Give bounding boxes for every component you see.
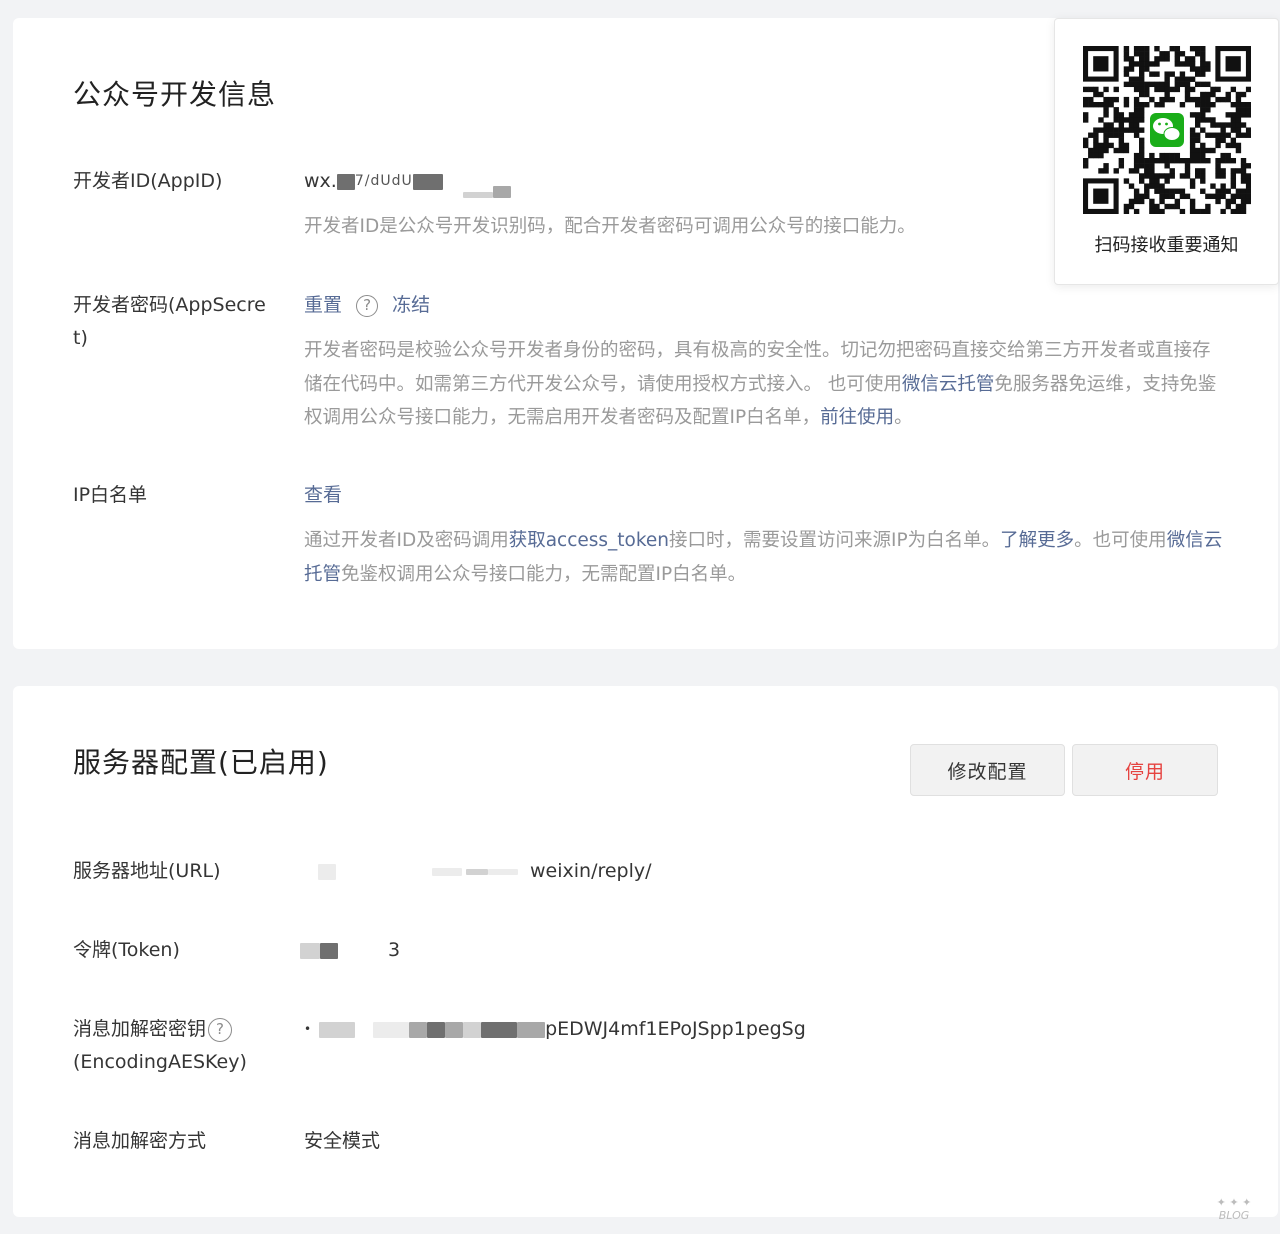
ip-desc-text-3: 。也可使用 xyxy=(1074,530,1167,551)
server-config-title: 服务器配置(已启用) xyxy=(73,746,329,779)
ip-whitelist-label: IP白名单 xyxy=(73,484,148,506)
qr-code-image xyxy=(1083,46,1251,214)
ip-desc-text-4: 免鉴权调用公众号接口能力，无需配置IP白名单。 xyxy=(341,563,747,585)
token-value: 3 xyxy=(300,934,401,967)
learn-more-link[interactable]: 了解更多 xyxy=(1000,530,1074,551)
help-icon[interactable]: ? xyxy=(208,1017,233,1042)
aes-key-label-line1: 消息加解密密钥 xyxy=(73,1018,207,1040)
appid-prefix: wx. xyxy=(304,170,337,192)
ip-desc-text-2: 接口时，需要设置访问来源IP为白名单。 xyxy=(669,530,1001,551)
help-icon[interactable]: ? xyxy=(356,294,379,317)
access-token-link[interactable]: 获取access_token xyxy=(509,530,669,551)
appid-label: 开发者ID(AppID) xyxy=(73,170,223,192)
appsecret-desc-text-3: 。 xyxy=(894,407,913,428)
server-url-label: 服务器地址(URL) xyxy=(73,860,221,882)
encrypt-mode-label: 消息加解密方式 xyxy=(73,1130,207,1152)
qr-caption: 扫码接收重要通知 xyxy=(1094,235,1239,256)
token-suffix: 3 xyxy=(388,939,401,961)
disable-button[interactable]: 停用 xyxy=(1072,744,1218,796)
view-ip-whitelist-link[interactable]: 查看 xyxy=(304,484,342,506)
appid-fragment: 7/dUdU xyxy=(354,173,413,189)
encrypt-mode-value: 安全模式 xyxy=(304,1130,381,1152)
aes-key-label-line2: (EncodingAESKey) xyxy=(73,1051,247,1073)
appsecret-description: 开发者密码是校验公众号开发者身份的密码，具有极高的安全性。切记勿把密码直接交给第… xyxy=(304,334,1224,435)
server-config-card: 服务器配置(已启用) 修改配置 停用 服务器地址(URL) weixin/rep… xyxy=(13,686,1278,1217)
go-use-link[interactable]: 前往使用 xyxy=(820,407,894,428)
qr-code-popover: 扫码接收重要通知 xyxy=(1054,18,1279,285)
reset-secret-link[interactable]: 重置 xyxy=(304,294,342,316)
developer-info-title: 公众号开发信息 xyxy=(73,78,277,111)
ip-whitelist-description: 通过开发者ID及密码调用获取access_token接口时，需要设置访问来源IP… xyxy=(304,524,1224,591)
modify-config-button[interactable]: 修改配置 xyxy=(910,744,1065,796)
aes-key-value: • pEDWJ4mf1EPoJSpp1pegSg xyxy=(304,1018,806,1040)
aes-key-suffix: pEDWJ4mf1EPoJSpp1pegSg xyxy=(545,1018,806,1040)
freeze-secret-link[interactable]: 冻结 xyxy=(392,294,430,316)
ip-desc-text-1: 通过开发者ID及密码调用 xyxy=(304,530,509,551)
watermark-text: BLOG xyxy=(1218,1209,1250,1222)
appid-value: wx. 7/dUdU xyxy=(304,165,511,198)
appsecret-label: 开发者密码(AppSecret) xyxy=(73,294,266,349)
server-url-suffix: weixin/reply/ xyxy=(530,860,652,882)
blog-watermark: ✦ ✦ ✦ BLOG xyxy=(1198,1196,1270,1222)
ip-whitelist-actions: 查看 xyxy=(304,479,342,512)
server-url-value: weixin/reply/ xyxy=(304,855,652,888)
aes-key-label: 消息加解密密钥? (EncodingAESKey) xyxy=(73,1013,278,1079)
wechat-cloud-hosting-link[interactable]: 微信云托管 xyxy=(902,374,995,395)
appsecret-actions: 重置 ? 冻结 xyxy=(304,289,430,322)
token-label: 令牌(Token) xyxy=(73,939,180,961)
wechat-icon xyxy=(1147,110,1187,150)
